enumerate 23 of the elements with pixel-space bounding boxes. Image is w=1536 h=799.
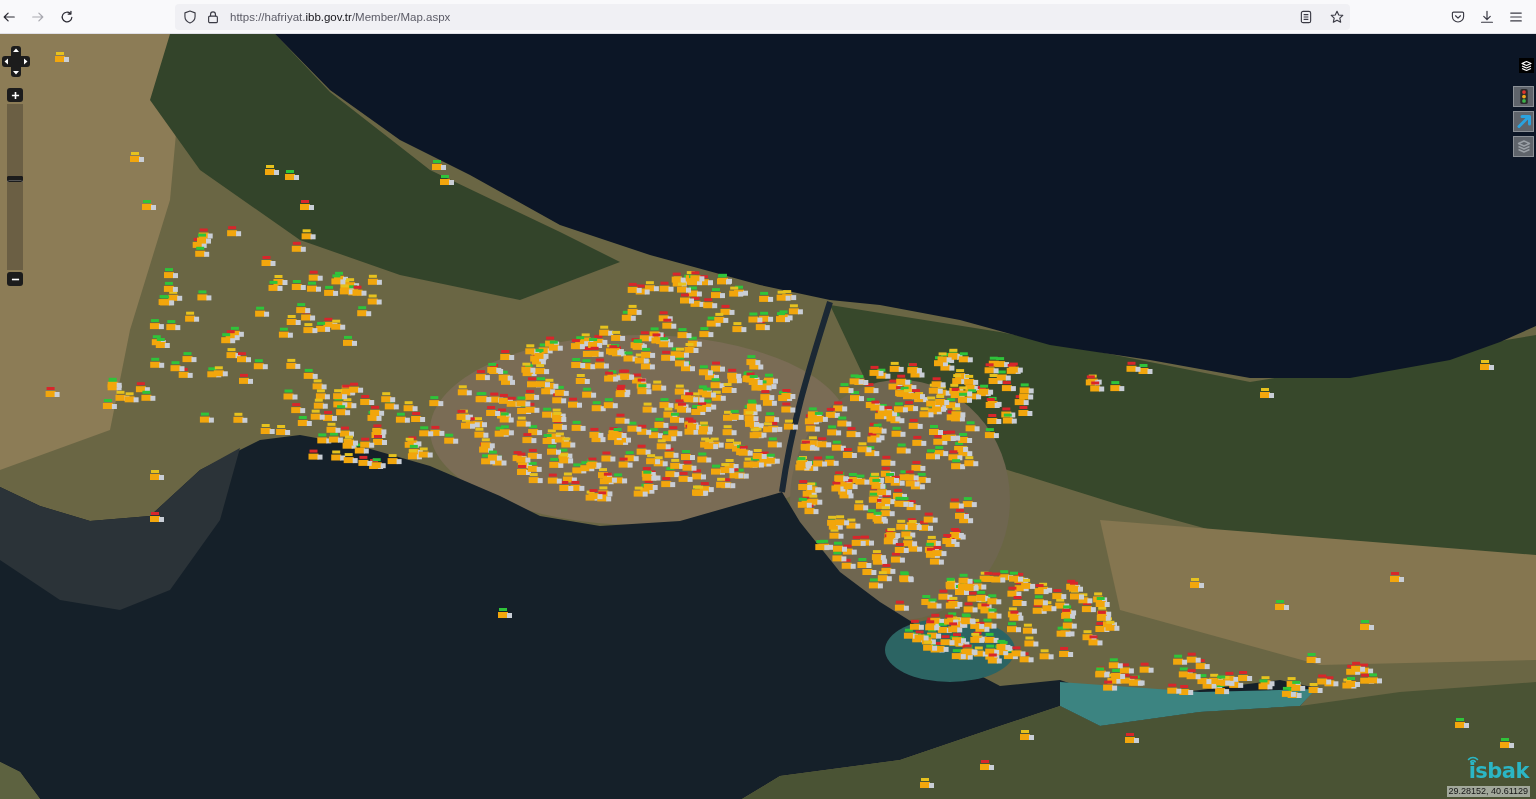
signal-arcs-icon bbox=[1466, 754, 1479, 763]
isbak-logo: isbak bbox=[1468, 760, 1529, 782]
reload-icon bbox=[60, 9, 74, 24]
lock-icon[interactable] bbox=[206, 9, 220, 24]
plus-icon bbox=[10, 90, 20, 100]
traffic-layer-button[interactable] bbox=[1513, 86, 1534, 107]
menu-icon bbox=[1509, 9, 1523, 24]
zoom-out-button[interactable] bbox=[7, 272, 23, 286]
pan-arrows-icon[interactable] bbox=[2, 46, 30, 77]
reader-view-icon[interactable] bbox=[1299, 9, 1313, 24]
zoom-in-button[interactable] bbox=[7, 88, 23, 102]
pocket-icon bbox=[1451, 9, 1465, 24]
layers-icon[interactable] bbox=[1519, 58, 1534, 73]
stacked-layers-icon bbox=[1516, 139, 1531, 154]
mouse-coordinates: 29.28152, 40.61129 bbox=[1446, 786, 1530, 797]
zoom-slider-track[interactable] bbox=[7, 104, 23, 270]
download-icon bbox=[1480, 9, 1494, 24]
address-bar[interactable]: https://hafriyat.ibb.gov.tr/Member/Map.aspx bbox=[175, 3, 1350, 30]
url-text[interactable]: https://hafriyat.ibb.gov.tr/Member/Map.aspx bbox=[230, 10, 451, 23]
diagonal-arrow-icon bbox=[1516, 114, 1531, 129]
zoom-slider-handle[interactable] bbox=[7, 175, 23, 182]
shield-icon[interactable] bbox=[183, 9, 197, 24]
bookmark-star-icon[interactable] bbox=[1330, 9, 1344, 24]
